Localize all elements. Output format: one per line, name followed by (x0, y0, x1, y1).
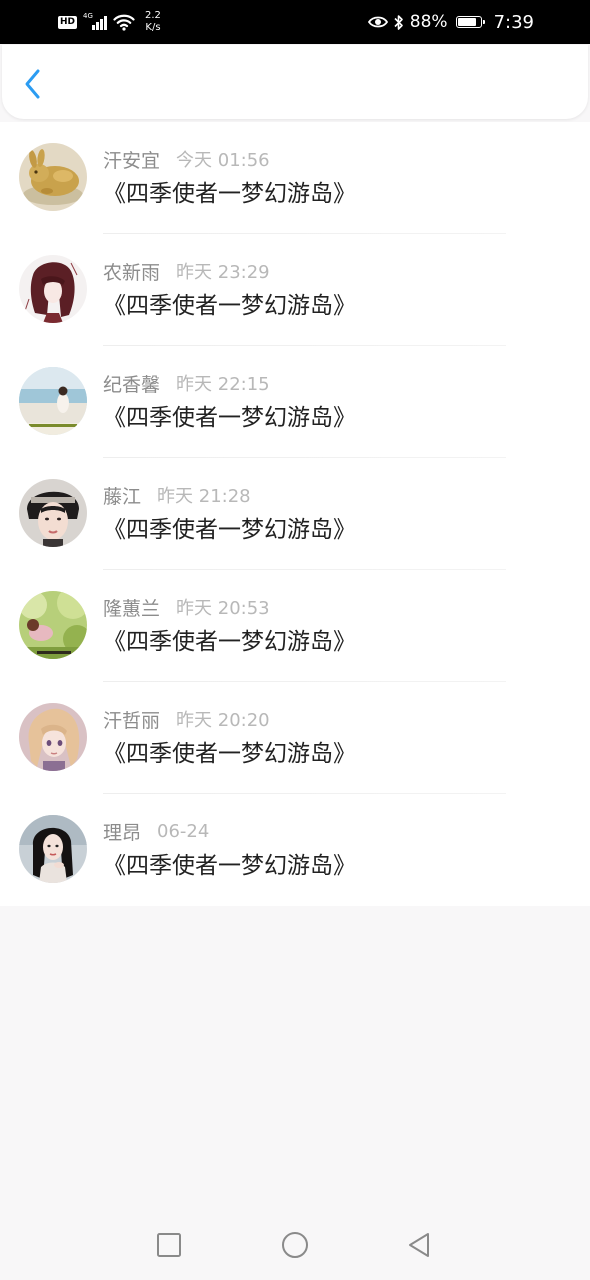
system-nav-bar (0, 1210, 590, 1280)
list-item[interactable]: 理昂 06-24 《四季使者一梦幻游岛》 (0, 794, 590, 906)
avatar (19, 367, 87, 435)
list-item[interactable]: 隆蕙兰 昨天 20:53 《四季使者一梦幻游岛》 (0, 570, 590, 682)
status-bar-right: 88% 7:39 (367, 0, 534, 44)
list-item[interactable]: 纪香馨 昨天 22:15 《四季使者一梦幻游岛》 (0, 346, 590, 458)
message-title: 《四季使者一梦幻游岛》 (103, 517, 356, 543)
message-time: 06-24 (157, 820, 210, 842)
message-time: 昨天 22:15 (176, 374, 270, 395)
message-time: 昨天 20:20 (176, 710, 270, 731)
avatar (19, 255, 87, 323)
message-title: 《四季使者一梦幻游岛》 (103, 181, 356, 207)
message-time: 今天 01:56 (176, 150, 270, 171)
message-time: 昨天 20:53 (176, 598, 270, 619)
list-item[interactable]: 汗哲丽 昨天 20:20 《四季使者一梦幻游岛》 (0, 682, 590, 794)
avatar (19, 479, 87, 547)
cellular-signal-icon: 4G (83, 12, 107, 32)
avatar (19, 703, 87, 771)
network-speed-unit: K/s (145, 22, 161, 33)
list-item[interactable]: 农新雨 昨天 23:29 《四季使者一梦幻游岛》 (0, 234, 590, 346)
message-title: 《四季使者一梦幻游岛》 (103, 853, 356, 879)
message-time: 昨天 23:29 (176, 262, 270, 283)
avatar (19, 815, 87, 883)
triangle-back-icon (409, 1233, 429, 1257)
battery-percent: 88% (409, 12, 448, 32)
clock: 7:39 (493, 11, 534, 33)
message-title: 《四季使者一梦幻游岛》 (103, 741, 356, 767)
chevron-left-icon (25, 69, 40, 99)
avatar (19, 591, 87, 659)
back-button[interactable] (16, 67, 50, 101)
message-list: 汗安宜 今天 01:56 《四季使者一梦幻游岛》 农新雨 昨天 23:29 《四… (0, 122, 590, 906)
hd-badge: HD (58, 15, 78, 29)
message-time: 昨天 21:28 (157, 486, 251, 507)
sender-name: 理昂 (103, 821, 142, 844)
network-speed-value: 2.2 (145, 10, 161, 21)
square-icon (157, 1233, 181, 1257)
avatar (19, 143, 87, 211)
circle-icon (282, 1232, 308, 1258)
battery-icon (455, 16, 485, 28)
message-title: 《四季使者一梦幻游岛》 (103, 405, 356, 431)
sender-name: 藤江 (103, 485, 142, 508)
nav-back-button[interactable] (404, 1230, 434, 1260)
message-title: 《四季使者一梦幻游岛》 (103, 629, 356, 655)
network-speed: 2.2 K/s (145, 10, 161, 34)
list-item[interactable]: 藤江 昨天 21:28 《四季使者一梦幻游岛》 (0, 458, 590, 570)
wifi-icon (113, 14, 135, 31)
eye-comfort-icon (367, 16, 388, 28)
top-app-bar (2, 45, 588, 119)
message-title: 《四季使者一梦幻游岛》 (103, 293, 356, 319)
sender-name: 汗哲丽 (103, 709, 161, 732)
bluetooth-icon (394, 14, 403, 30)
status-bar-left: HD 4G 2.2 K/s (58, 0, 161, 44)
home-button[interactable] (280, 1230, 310, 1260)
status-bar: HD 4G 2.2 K/s 88% 7:39 (0, 0, 590, 44)
sender-name: 隆蕙兰 (103, 597, 161, 620)
sender-name: 汗安宜 (103, 149, 161, 172)
recents-button[interactable] (154, 1230, 184, 1260)
sender-name: 纪香馨 (103, 373, 161, 396)
list-item[interactable]: 汗安宜 今天 01:56 《四季使者一梦幻游岛》 (0, 122, 590, 234)
sender-name: 农新雨 (103, 261, 161, 284)
